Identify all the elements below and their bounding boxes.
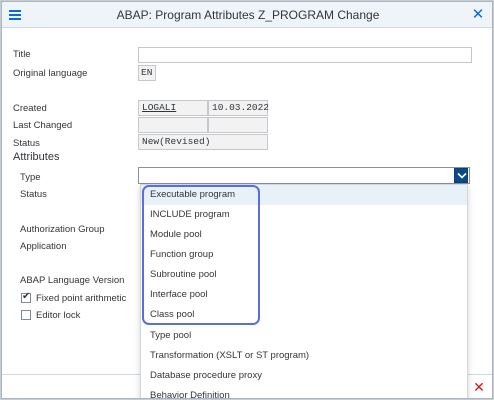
dropdown-option-behavior-definition[interactable]: Behavior Definition bbox=[141, 386, 467, 398]
title-label: Title bbox=[13, 49, 31, 60]
editor-lock-label: Editor lock bbox=[36, 310, 81, 321]
application-label: Application bbox=[20, 241, 67, 252]
status-field[interactable]: New(Revised) bbox=[138, 134, 268, 150]
type-dropdown-button[interactable] bbox=[454, 168, 468, 183]
status-label: Status bbox=[13, 138, 40, 149]
last-changed-by-field[interactable] bbox=[138, 117, 208, 133]
status-value: New(Revised) bbox=[142, 136, 211, 147]
program-attributes-dialog: ABAP: Program Attributes Z_PROGRAM Chang… bbox=[1, 1, 493, 399]
last-changed-date-field[interactable] bbox=[208, 117, 268, 133]
last-changed-by-value bbox=[139, 119, 142, 130]
dropdown-option-type-pool[interactable]: Type pool bbox=[141, 326, 467, 346]
created-label: Created bbox=[13, 103, 47, 114]
dropdown-option-database-procedure-proxy[interactable]: Database procedure proxy bbox=[141, 366, 467, 386]
created-by-value: LOGALI bbox=[142, 102, 177, 113]
attributes-section-title: Attributes bbox=[13, 151, 60, 163]
title-input[interactable] bbox=[138, 47, 472, 63]
last-changed-date-value bbox=[209, 119, 212, 130]
created-date-field[interactable]: 10.03.2022 bbox=[208, 100, 270, 116]
type-select[interactable] bbox=[138, 167, 470, 184]
created-by-field[interactable]: LOGALI bbox=[138, 100, 208, 116]
options-highlight-frame bbox=[142, 185, 260, 325]
authorization-group-label: Authorization Group bbox=[20, 224, 105, 235]
last-changed-label: Last Changed bbox=[13, 120, 73, 131]
title-input-value bbox=[139, 49, 142, 60]
type-label: Type bbox=[20, 172, 41, 183]
original-language-field[interactable]: EN bbox=[138, 65, 156, 81]
original-language-value: EN bbox=[141, 67, 153, 78]
dropdown-option-transformation[interactable]: Transformation (XSLT or ST program) bbox=[141, 346, 467, 366]
type-select-value bbox=[139, 169, 142, 180]
title-bar: ABAP: Program Attributes Z_PROGRAM Chang… bbox=[2, 2, 492, 28]
cancel-icon[interactable]: ✕ bbox=[472, 380, 486, 394]
chevron-down-icon bbox=[457, 172, 467, 179]
checkmark-icon: ✔ bbox=[22, 291, 31, 302]
fixed-point-checkbox[interactable]: ✔ bbox=[21, 291, 31, 303]
window-title: ABAP: Program Attributes Z_PROGRAM Chang… bbox=[116, 8, 380, 22]
abap-language-version-label: ABAP Language Version bbox=[20, 275, 125, 286]
close-icon[interactable]: ✕ bbox=[470, 7, 486, 23]
created-date-value: 10.03.2022 bbox=[212, 102, 270, 113]
original-language-label: Original language bbox=[13, 68, 88, 79]
fixed-point-label: Fixed point arithmetic bbox=[36, 293, 127, 304]
editor-lock-checkbox[interactable] bbox=[21, 310, 31, 320]
attr-status-label: Status bbox=[20, 189, 47, 200]
